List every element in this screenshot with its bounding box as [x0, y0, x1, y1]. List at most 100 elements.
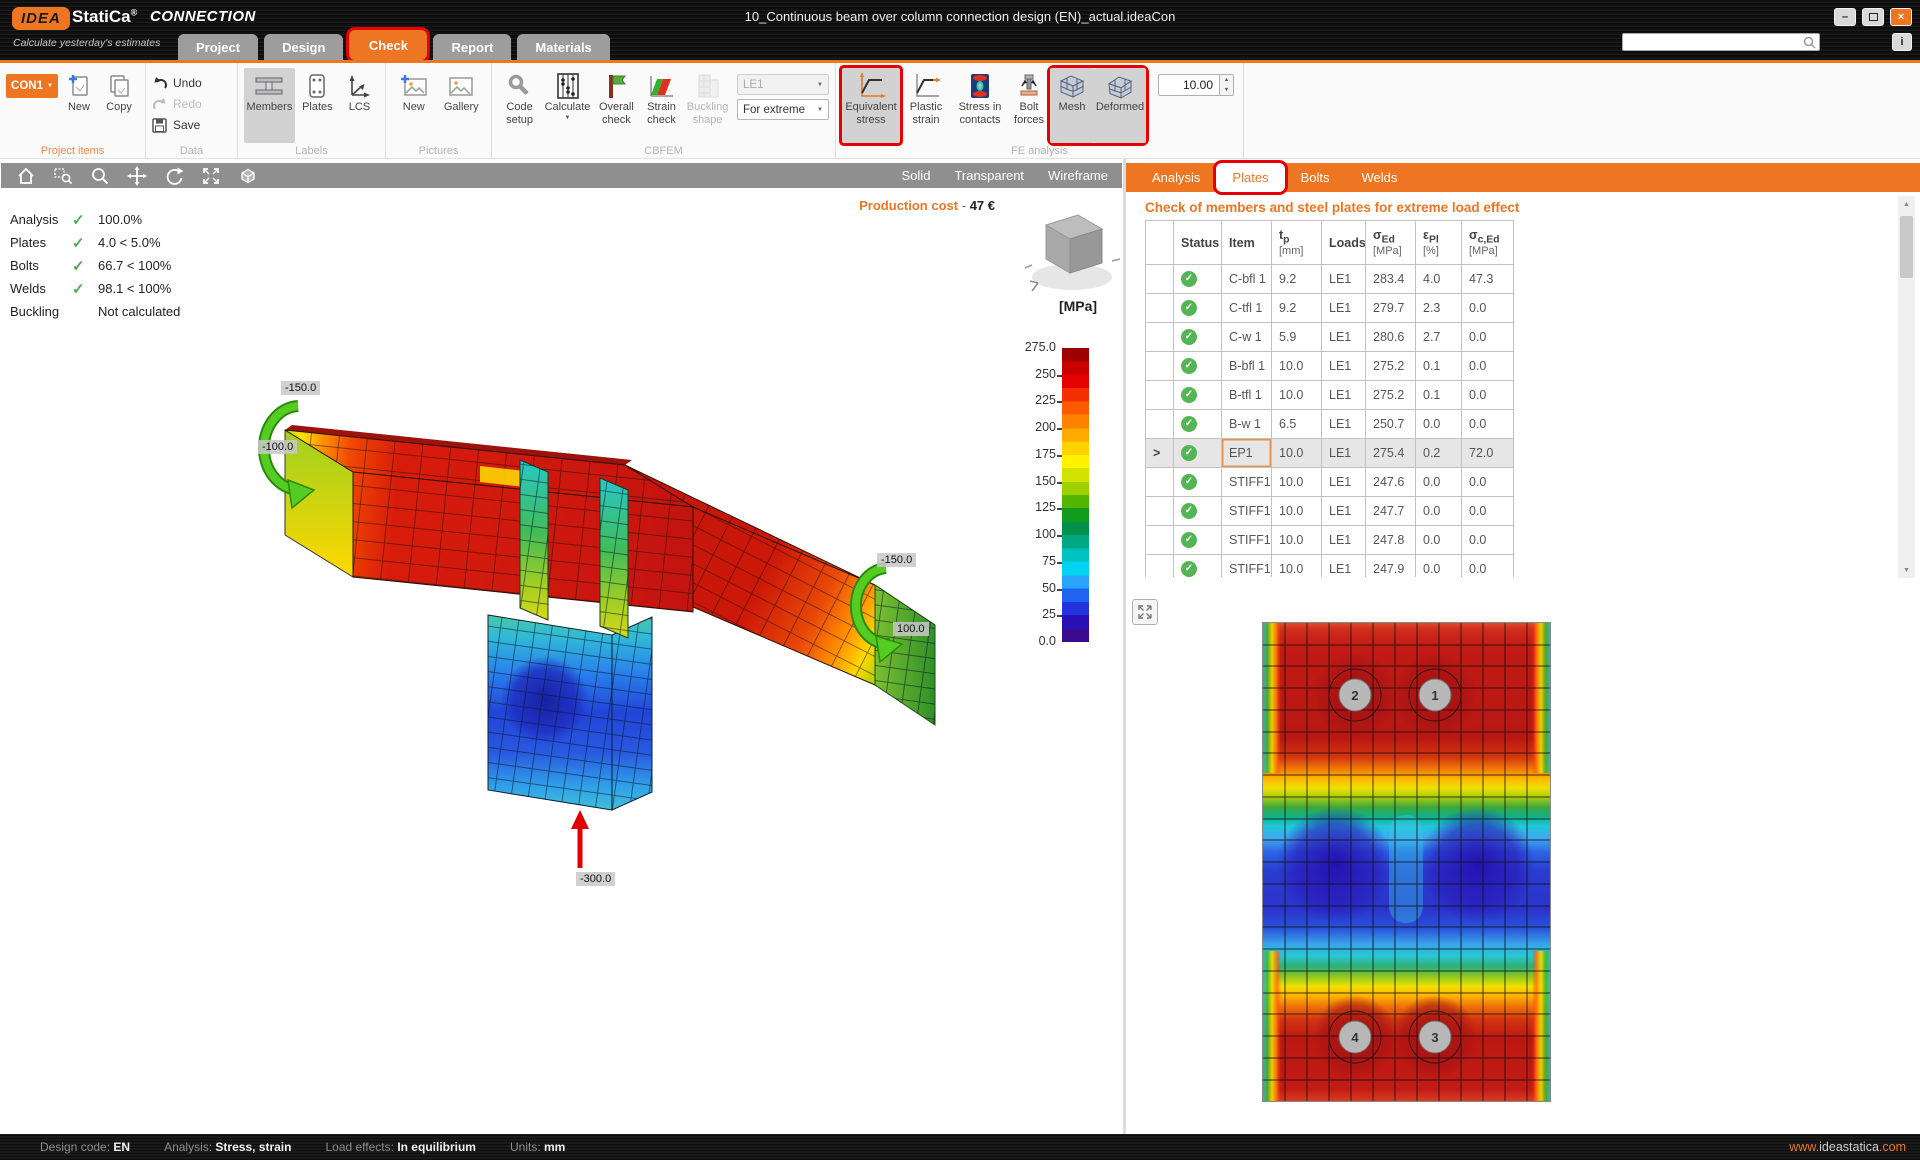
table-row[interactable]: ✓STIFF1c10.0LE1247.80.00.0	[1146, 526, 1514, 555]
plate-detail-plot[interactable]: 2 1 4 3	[1262, 622, 1551, 1102]
undo-button[interactable]: Undo	[152, 74, 202, 92]
row-expander[interactable]: >	[1146, 439, 1174, 468]
row-item[interactable]: STIFF1b	[1222, 497, 1272, 526]
tab-design[interactable]: Design	[264, 34, 343, 60]
members-labels-button[interactable]: Members	[244, 68, 295, 143]
row-item[interactable]: STIFF1a	[1222, 468, 1272, 497]
row-expander[interactable]	[1146, 323, 1174, 352]
redo-button[interactable]: Redo	[152, 95, 202, 113]
scroll-up-icon[interactable]: ▲	[1898, 196, 1915, 212]
legend-tick-mark	[1057, 375, 1062, 377]
check-tab-analysis[interactable]: Analysis	[1136, 163, 1216, 192]
row-expander[interactable]	[1146, 526, 1174, 555]
row-item[interactable]: B-tfl 1	[1222, 381, 1272, 410]
buckling-shape-button[interactable]: Buckling shape	[684, 68, 731, 143]
table-row[interactable]: ✓C-tfl 19.2LE1279.72.30.0	[1146, 294, 1514, 323]
table-row[interactable]: ✓STIFF1d10.0LE1247.90.00.0	[1146, 555, 1514, 578]
calculate-dropdown-icon[interactable]: ▼	[565, 115, 571, 121]
save-button[interactable]: Save	[152, 116, 202, 134]
scrollbar-thumb[interactable]	[1900, 216, 1913, 278]
check-table-scrollbar[interactable]: ▲ ▼	[1898, 196, 1915, 578]
view-mode-wireframe[interactable]: Wireframe	[1048, 168, 1108, 183]
load-case-dropdown[interactable]: LE1▼	[737, 74, 829, 95]
view-cube[interactable]	[1022, 203, 1122, 303]
row-item[interactable]: B-bfl 1	[1222, 352, 1272, 381]
info-button[interactable]: i	[1892, 33, 1912, 51]
strain-check-button[interactable]: Strain check	[641, 68, 682, 143]
close-button[interactable]: ×	[1890, 8, 1912, 26]
new-project-item-button[interactable]: New	[60, 68, 98, 143]
table-row[interactable]: ✓B-tfl 110.0LE1275.20.10.0	[1146, 381, 1514, 410]
status-pass-icon: ✓	[1181, 503, 1197, 519]
check-tab-bolts[interactable]: Bolts	[1285, 163, 1346, 192]
code-setup-button[interactable]: Code setup	[498, 68, 541, 143]
deformed-button[interactable]: Deformed	[1094, 68, 1146, 143]
view-mode-transparent[interactable]: Transparent	[954, 168, 1024, 183]
zoom-window-icon[interactable]	[52, 165, 74, 187]
row-expander[interactable]	[1146, 468, 1174, 497]
row-item[interactable]: EP1	[1222, 439, 1272, 468]
equivalent-stress-button[interactable]: Equivalent stress	[842, 68, 900, 143]
tab-materials[interactable]: Materials	[517, 34, 609, 60]
view-mode-solid[interactable]: Solid	[902, 168, 931, 183]
website-link[interactable]: www.ideastatica.com	[1789, 1140, 1906, 1154]
stress-in-contacts-button[interactable]: Stress in contacts	[952, 68, 1008, 143]
tab-project[interactable]: Project	[178, 34, 258, 60]
model-viewport[interactable]: SolidTransparentWireframe Analysis✓100.0…	[0, 159, 1123, 1134]
table-row[interactable]: >✓EP110.0LE1275.40.272.0	[1146, 439, 1514, 468]
column-member[interactable]	[488, 615, 652, 810]
row-item[interactable]: C-tfl 1	[1222, 294, 1272, 323]
row-expander[interactable]	[1146, 265, 1174, 294]
tab-report[interactable]: Report	[433, 34, 511, 60]
expand-detail-button[interactable]	[1132, 599, 1158, 625]
row-expander[interactable]	[1146, 555, 1174, 578]
table-row[interactable]: ✓C-w 15.9LE1280.62.70.0	[1146, 323, 1514, 352]
plastic-strain-button[interactable]: Plastic strain	[902, 68, 950, 143]
pan-icon[interactable]	[126, 165, 148, 187]
rotate-icon[interactable]	[163, 165, 185, 187]
table-row[interactable]: ✓B-w 16.5LE1250.70.00.0	[1146, 410, 1514, 439]
row-expander[interactable]	[1146, 352, 1174, 381]
row-expander[interactable]	[1146, 497, 1174, 526]
extreme-dropdown[interactable]: For extreme▼	[737, 99, 829, 120]
row-item[interactable]: B-w 1	[1222, 410, 1272, 439]
bolt-forces-button[interactable]: Bolt forces	[1010, 68, 1048, 143]
row-expander[interactable]	[1146, 410, 1174, 439]
legend-tick-label: 150	[1012, 474, 1056, 488]
table-row[interactable]: ✓C-bfl 19.2LE1283.44.047.3	[1146, 265, 1514, 294]
check-tab-welds[interactable]: Welds	[1345, 163, 1413, 192]
row-item[interactable]: C-bfl 1	[1222, 265, 1272, 294]
home-view-icon[interactable]	[15, 165, 37, 187]
overall-check-button[interactable]: Overall check	[594, 68, 639, 143]
spin-down-icon[interactable]: ▼	[1220, 85, 1233, 95]
row-item[interactable]: STIFF1d	[1222, 555, 1272, 578]
table-row[interactable]: ✓B-bfl 110.0LE1275.20.10.0	[1146, 352, 1514, 381]
row-item[interactable]: C-w 1	[1222, 323, 1272, 352]
lcs-button[interactable]: LCS	[340, 68, 379, 143]
copy-project-item-button[interactable]: Copy	[100, 68, 138, 143]
con1-dropdown[interactable]: CON1▼	[6, 74, 58, 98]
fit-view-icon[interactable]	[200, 165, 222, 187]
tab-check[interactable]: Check	[349, 30, 427, 60]
spin-up-icon[interactable]: ▲	[1220, 75, 1233, 85]
table-row[interactable]: ✓STIFF1a10.0LE1247.60.00.0	[1146, 468, 1514, 497]
fem-model[interactable]	[180, 340, 1000, 900]
check-tab-plates[interactable]: Plates	[1216, 163, 1284, 192]
new-picture-button[interactable]: New	[392, 68, 436, 143]
row-expander[interactable]	[1146, 294, 1174, 323]
zoom-icon[interactable]	[89, 165, 111, 187]
calculate-button[interactable]: Calculate ▼	[543, 68, 592, 143]
gallery-button[interactable]: Gallery	[438, 68, 485, 143]
row-expander[interactable]	[1146, 381, 1174, 410]
scale-value[interactable]: 10.00	[1158, 74, 1220, 96]
scroll-down-icon[interactable]: ▼	[1898, 562, 1915, 578]
row-tp: 10.0	[1272, 439, 1322, 468]
row-item[interactable]: STIFF1c	[1222, 526, 1272, 555]
plates-labels-button[interactable]: Plates	[297, 68, 338, 143]
mesh-button[interactable]: Mesh	[1050, 68, 1094, 143]
solid-box-icon[interactable]	[237, 165, 259, 187]
maximize-button[interactable]	[1862, 8, 1884, 26]
minimize-button[interactable]: –	[1834, 8, 1856, 26]
table-row[interactable]: ✓STIFF1b10.0LE1247.70.00.0	[1146, 497, 1514, 526]
search-input[interactable]	[1626, 34, 1798, 50]
